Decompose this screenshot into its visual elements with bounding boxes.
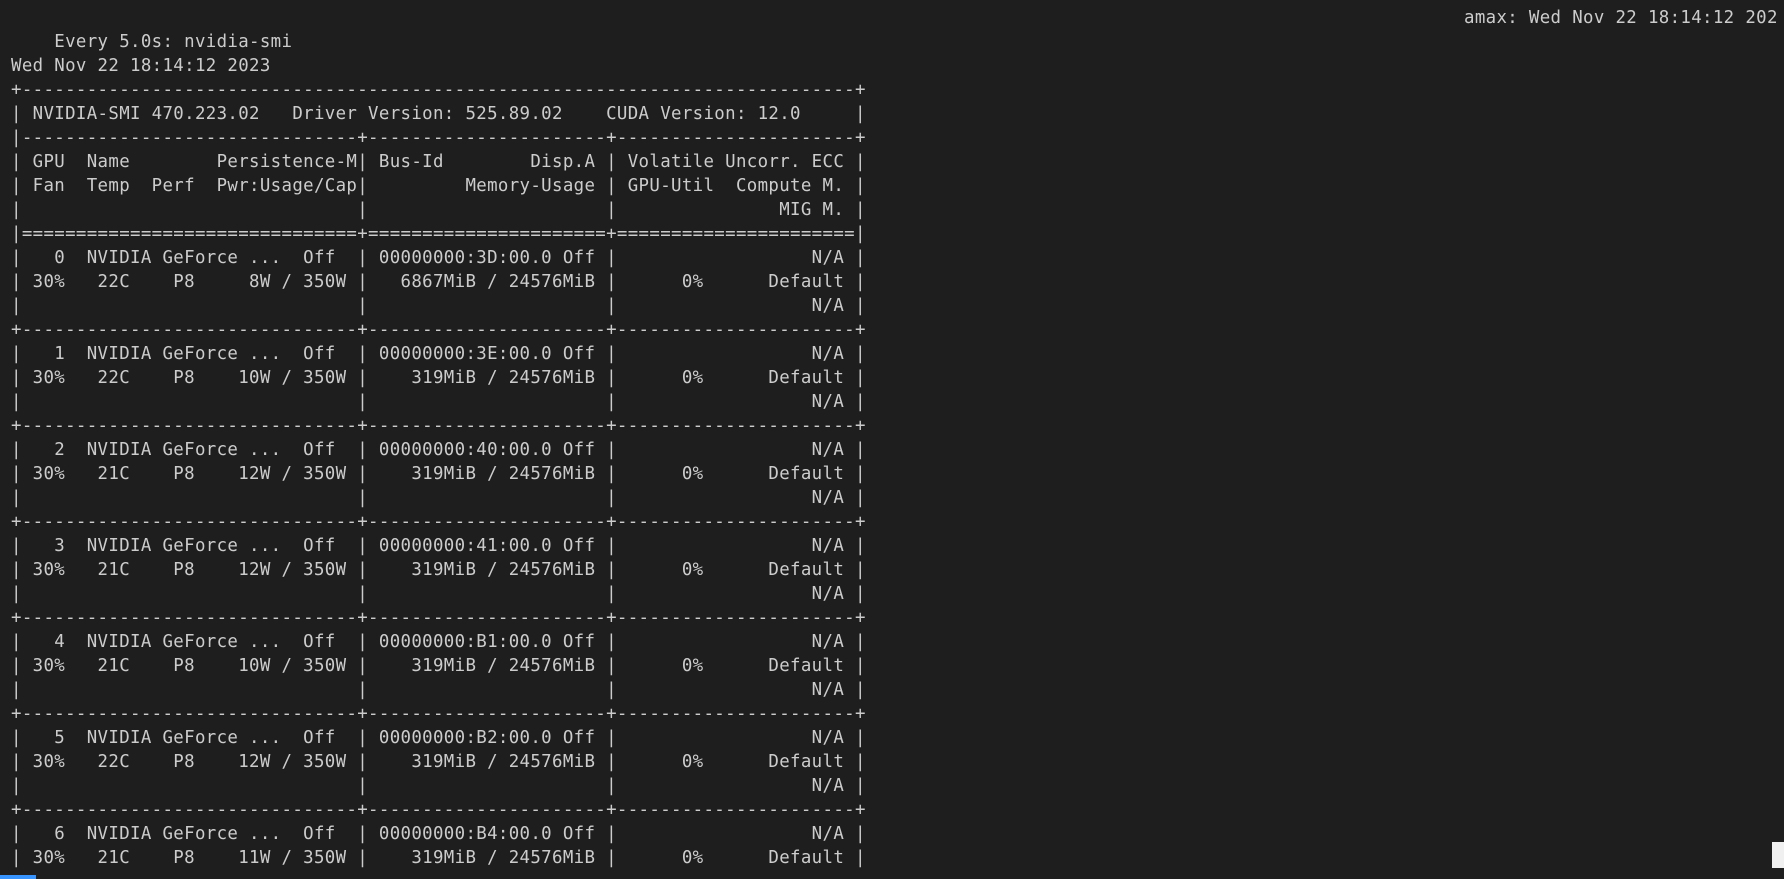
gpu-6-row-1: | 6 NVIDIA GeForce ... Off | 00000000:B4… <box>11 824 866 844</box>
gpu-separator: +-------------------------------+-------… <box>11 320 866 340</box>
gpu-separator: +-------------------------------+-------… <box>11 512 866 532</box>
gpu-3-row-2: | 30% 21C P8 12W / 350W | 319MiB / 24576… <box>11 560 866 580</box>
gpu-5-row-2: | 30% 22C P8 12W / 350W | 319MiB / 24576… <box>11 752 866 772</box>
nvidia-smi-output: +---------------------------------------… <box>11 78 1784 870</box>
gpu-0-row-2: | 30% 22C P8 8W / 350W | 6867MiB / 24576… <box>11 272 866 292</box>
version-row: | NVIDIA-SMI 470.223.02 Driver Version: … <box>11 104 866 124</box>
terminal-screen[interactable]: Every 5.0s: nvidia-smi amax: Wed Nov 22 … <box>11 6 1784 879</box>
gpu-0-row-3: | | | N/A | <box>11 296 866 316</box>
host-timestamp: amax: Wed Nov 22 18:14:12 202 <box>1464 8 1778 28</box>
gpu-1-row-3: | | | N/A | <box>11 392 866 412</box>
gpu-4-row-1: | 4 NVIDIA GeForce ... Off | 00000000:B1… <box>11 632 866 652</box>
table-border-top: +---------------------------------------… <box>11 80 866 100</box>
column-header-row-3: | | | MIG M. | <box>11 200 866 220</box>
gpu-separator: +-------------------------------+-------… <box>11 416 866 436</box>
gpu-separator: +-------------------------------+-------… <box>11 608 866 628</box>
column-header-row-2: | Fan Temp Perf Pwr:Usage/Cap| Memory-Us… <box>11 176 866 196</box>
gpu-1-row-2: | 30% 22C P8 10W / 350W | 319MiB / 24576… <box>11 368 866 388</box>
gpu-4-row-3: | | | N/A | <box>11 680 866 700</box>
gpu-separator: +-------------------------------+-------… <box>11 800 866 820</box>
gpu-2-row-2: | 30% 21C P8 12W / 350W | 319MiB / 24576… <box>11 464 866 484</box>
date-line: Wed Nov 22 18:14:12 2023 <box>11 56 271 76</box>
gpu-5-row-3: | | | N/A | <box>11 776 866 796</box>
gpu-4-row-2: | 30% 21C P8 10W / 350W | 319MiB / 24576… <box>11 656 866 676</box>
watch-command: Every 5.0s: nvidia-smi <box>54 32 293 52</box>
header-separator: |===============================+=======… <box>11 224 866 244</box>
gpu-separator: +-------------------------------+-------… <box>11 704 866 724</box>
gpu-3-row-3: | | | N/A | <box>11 584 866 604</box>
gpu-5-row-1: | 5 NVIDIA GeForce ... Off | 00000000:B2… <box>11 728 866 748</box>
gpu-0-row-1: | 0 NVIDIA GeForce ... Off | 00000000:3D… <box>11 248 866 268</box>
column-header-row-1: | GPU Name Persistence-M| Bus-Id Disp.A … <box>11 152 866 172</box>
scrollbar-indicator[interactable] <box>0 875 36 879</box>
gpu-2-row-1: | 2 NVIDIA GeForce ... Off | 00000000:40… <box>11 440 866 460</box>
watch-header: Every 5.0s: nvidia-smi amax: Wed Nov 22 … <box>11 6 1784 52</box>
gpu-3-row-1: | 3 NVIDIA GeForce ... Off | 00000000:41… <box>11 536 866 556</box>
table-divider: |-------------------------------+-------… <box>11 128 866 148</box>
gpu-1-row-1: | 1 NVIDIA GeForce ... Off | 00000000:3E… <box>11 344 866 364</box>
gpu-6-row-2: | 30% 21C P8 11W / 350W | 319MiB / 24576… <box>11 848 866 868</box>
gpu-2-row-3: | | | N/A | <box>11 488 866 508</box>
terminal-cursor <box>1772 842 1784 868</box>
